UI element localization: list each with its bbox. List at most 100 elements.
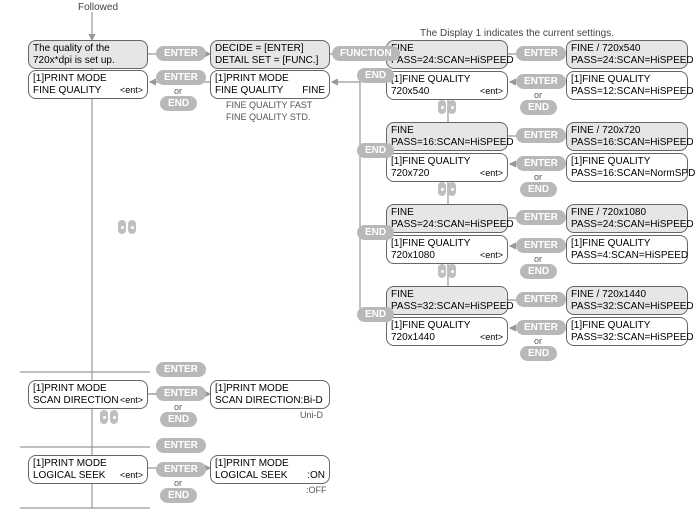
pm-logical-box: [1]PRINT MODE LOGICAL SEEK<ent> bbox=[28, 455, 148, 484]
c4g4-t-l2: PASS=32:SCAN=HiSPEED bbox=[571, 301, 683, 313]
pm-log-l1: [1]PRINT MODE bbox=[33, 458, 143, 470]
uni-d: Uni-D bbox=[300, 410, 323, 420]
updown-icon[interactable] bbox=[100, 410, 118, 424]
end-pill[interactable]: END bbox=[357, 68, 394, 83]
updown-icon[interactable] bbox=[118, 220, 136, 234]
enter-pill[interactable]: ENTER bbox=[516, 210, 566, 225]
c3g4-bot: [1]FINE QUALITY 720x1440 <ent> bbox=[386, 317, 508, 346]
pm-scan-bid-box: [1]PRINT MODE SCAN DIRECTION:Bi-D bbox=[210, 380, 330, 409]
col4-g2: FINE / 720x720 PASS=16:SCAN=HiSPEED [1]F… bbox=[566, 122, 688, 182]
c4g2-top: FINE / 720x720 PASS=16:SCAN=HiSPEED bbox=[566, 122, 688, 151]
c4g1-bot: [1]FINE QUALITY PASS=12:SCAN=HiSPEED bbox=[566, 71, 688, 100]
col4-g1: FINE / 720x540 PASS=24:SCAN=HiSPEED [1]F… bbox=[566, 40, 688, 100]
c3g4-b-l1: [1]FINE QUALITY bbox=[391, 320, 503, 332]
end-pill[interactable]: END bbox=[520, 346, 557, 361]
enter-pill[interactable]: ENTER bbox=[516, 292, 566, 307]
or-label: or bbox=[528, 172, 548, 182]
c3g3-top: FINE PASS=24:SCAN=HiSPEED bbox=[386, 204, 508, 233]
col3-g3: FINE PASS=24:SCAN=HiSPEED [1]FINE QUALIT… bbox=[386, 204, 508, 264]
c4g3-bot: [1]FINE QUALITY PASS=4:SCAN=HiSPEED bbox=[566, 235, 688, 264]
flowchart-stage: Followed The Display 1 indicates the cur… bbox=[0, 0, 698, 519]
c4g4-b-l2: PASS=32:SCAN=HiSPEED bbox=[571, 332, 683, 344]
c3g3-b-l1: [1]FINE QUALITY bbox=[391, 238, 503, 250]
enter-pill[interactable]: ENTER bbox=[516, 320, 566, 335]
enter-pill[interactable]: ENTER bbox=[516, 238, 566, 253]
c3g1-bot: [1]FINE QUALITY 720x540<ent> bbox=[386, 71, 508, 100]
end-pill[interactable]: END bbox=[520, 182, 557, 197]
col3-g2: FINE PASS=16:SCAN=HiSPEED [1]FINE QUALIT… bbox=[386, 122, 508, 182]
pm-fine-l2: FINE QUALITY bbox=[33, 85, 101, 97]
end-pill[interactable]: END bbox=[357, 225, 394, 240]
enter-pill[interactable]: ENTER bbox=[156, 362, 206, 377]
c3g4-top: FINE PASS=32:SCAN=HiSPEED bbox=[386, 286, 508, 315]
c3g1-t-l1: FINE bbox=[391, 43, 503, 55]
c4g3-b-l1: [1]FINE QUALITY bbox=[571, 238, 683, 250]
setup-l2: 720x*dpi is set up. bbox=[33, 55, 143, 67]
end-pill[interactable]: END bbox=[160, 488, 197, 503]
ent-tag: <ent> bbox=[480, 168, 503, 180]
end-pill[interactable]: END bbox=[520, 100, 557, 115]
end-pill[interactable]: END bbox=[357, 307, 394, 322]
c4g1-b-l2: PASS=12:SCAN=HiSPEED bbox=[571, 86, 683, 98]
c4g1-top: FINE / 720x540 PASS=24:SCAN=HiSPEED bbox=[566, 40, 688, 69]
c3g2-b-l2: 720x720 bbox=[391, 168, 429, 180]
function-pill[interactable]: FUNCTION bbox=[332, 46, 400, 61]
c3g2-t-l2: PASS=16:SCAN=HiSPEED bbox=[391, 137, 503, 149]
c4g2-b-l2: PASS=16:SCAN=NormSPD bbox=[571, 168, 683, 180]
enter-pill[interactable]: ENTER bbox=[516, 46, 566, 61]
c4g2-t-l2: PASS=16:SCAN=HiSPEED bbox=[571, 137, 683, 149]
ent-tag: <ent> bbox=[480, 332, 503, 344]
col3-g4: FINE PASS=32:SCAN=HiSPEED [1]FINE QUALIT… bbox=[386, 286, 508, 346]
c4g2-b-l1: [1]FINE QUALITY bbox=[571, 156, 683, 168]
ent-tag: <ent> bbox=[480, 86, 503, 98]
or-label: or bbox=[168, 402, 188, 412]
pm-log-l2: LOGICAL SEEK bbox=[33, 470, 105, 482]
ent-tag: <ent> bbox=[120, 395, 143, 407]
updown-icon[interactable] bbox=[438, 264, 456, 278]
c4g3-t-l2: PASS=24:SCAN=HiSPEED bbox=[571, 219, 683, 231]
or-label: or bbox=[528, 90, 548, 100]
followed-label: Followed bbox=[78, 2, 118, 13]
c3g2-b-l1: [1]FINE QUALITY bbox=[391, 156, 503, 168]
pm-scan-dir-box: [1]PRINT MODE SCAN DIRECTION<ent> bbox=[28, 380, 148, 409]
enter-pill[interactable]: ENTER bbox=[156, 438, 206, 453]
setup-box: The quality of the 720x*dpi is set up. bbox=[28, 40, 148, 69]
end-pill[interactable]: END bbox=[160, 412, 197, 427]
display1-note: The Display 1 indicates the current sett… bbox=[420, 28, 614, 39]
enter-pill[interactable]: ENTER bbox=[156, 46, 206, 61]
c3g4-b-l2: 720x1440 bbox=[391, 332, 435, 344]
c4g3-b-l2: PASS=4:SCAN=HiSPEED bbox=[571, 250, 683, 262]
pm-scan-l2: SCAN DIRECTION bbox=[33, 395, 119, 407]
or-label: or bbox=[528, 336, 548, 346]
col4-g4: FINE / 720x1440 PASS=32:SCAN=HiSPEED [1]… bbox=[566, 286, 688, 346]
c4g2-t-l1: FINE / 720x720 bbox=[571, 125, 683, 137]
col4-g3: FINE / 720x1080 PASS=24:SCAN=HiSPEED [1]… bbox=[566, 204, 688, 264]
decide-l2: DETAIL SET = [FUNC.] bbox=[215, 55, 325, 67]
end-pill[interactable]: END bbox=[357, 143, 394, 158]
updown-icon[interactable] bbox=[438, 100, 456, 114]
c3g2-bot: [1]FINE QUALITY 720x720 <ent> bbox=[386, 153, 508, 182]
pm-sb-l2: SCAN DIRECTION:Bi-D bbox=[215, 395, 325, 407]
pm-fine-fine-box: [1]PRINT MODE FINE QUALITYFINE bbox=[210, 70, 330, 99]
decide-box: DECIDE = [ENTER] DETAIL SET = [FUNC.] bbox=[210, 40, 330, 69]
c3g1-b-l2: 720x540 bbox=[391, 86, 429, 98]
enter-pill[interactable]: ENTER bbox=[516, 156, 566, 171]
fq-fast: FINE QUALITY FAST bbox=[226, 100, 312, 110]
end-pill[interactable]: END bbox=[520, 264, 557, 279]
ent-tag: <ent> bbox=[120, 85, 143, 97]
enter-pill[interactable]: ENTER bbox=[156, 462, 206, 477]
c3g1-top: FINE PASS=24:SCAN=HiSPEED bbox=[386, 40, 508, 69]
c4g4-b-l1: [1]FINE QUALITY bbox=[571, 320, 683, 332]
or-label: or bbox=[168, 478, 188, 488]
off-label: :OFF bbox=[306, 485, 327, 495]
end-pill[interactable]: END bbox=[160, 96, 197, 111]
enter-pill[interactable]: ENTER bbox=[516, 74, 566, 89]
enter-pill[interactable]: ENTER bbox=[156, 70, 206, 85]
enter-pill[interactable]: ENTER bbox=[516, 128, 566, 143]
enter-pill[interactable]: ENTER bbox=[156, 386, 206, 401]
updown-icon[interactable] bbox=[438, 182, 456, 196]
pm-ff-l1: [1]PRINT MODE bbox=[215, 73, 325, 85]
decide-l1: DECIDE = [ENTER] bbox=[215, 43, 325, 55]
c4g3-t-l1: FINE / 720x1080 bbox=[571, 207, 683, 219]
c3g3-b-l2: 720x1080 bbox=[391, 250, 435, 262]
